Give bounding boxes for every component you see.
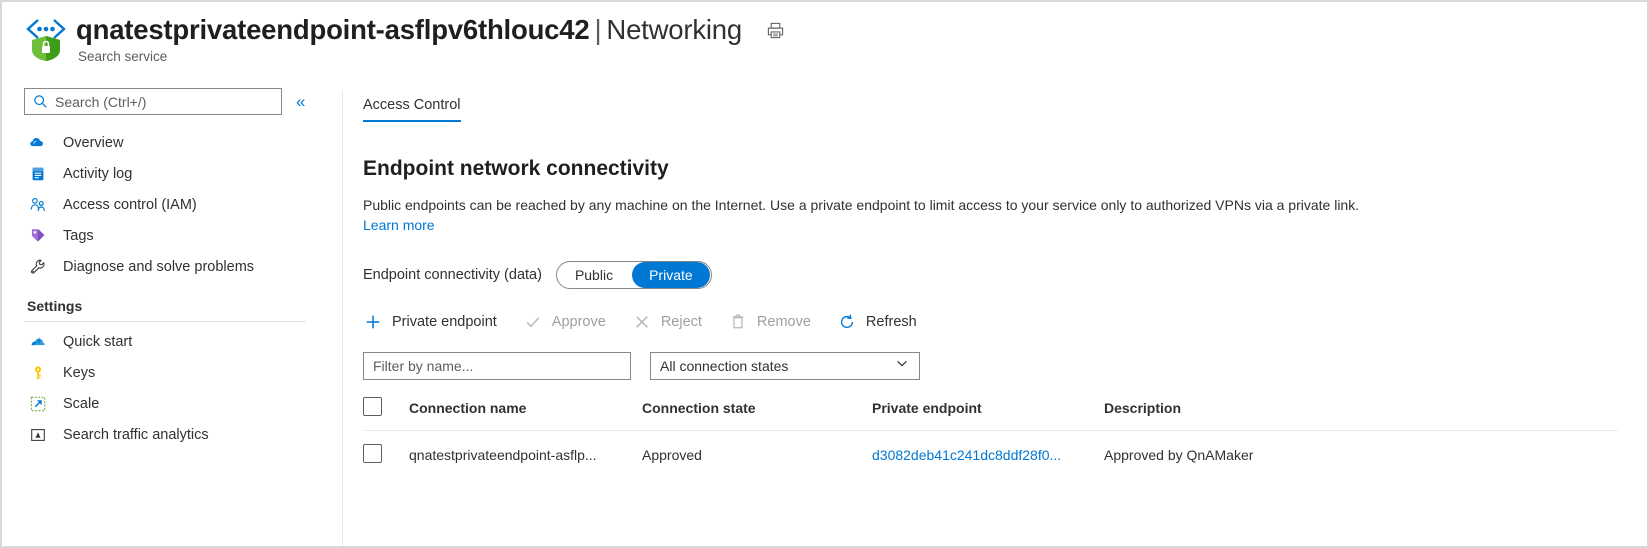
private-endpoint-connections-table: Connection name Connection state Private… xyxy=(363,397,1618,479)
reject-button[interactable]: Reject xyxy=(632,312,702,332)
refresh-icon xyxy=(837,312,857,332)
cell-connection-name: qnatestprivateendpoint-asflp... xyxy=(409,430,642,479)
command-label: Private endpoint xyxy=(392,314,497,330)
filter-by-name-input[interactable] xyxy=(363,352,631,380)
sidebar-section-label: Settings xyxy=(24,298,336,314)
page-subtitle: Search service xyxy=(78,49,788,64)
sidebar-item-label: Diagnose and solve problems xyxy=(63,259,254,275)
tag-icon xyxy=(27,226,49,246)
x-icon xyxy=(632,312,652,332)
sidebar-item-label: Keys xyxy=(63,365,95,381)
resource-name: qnatestprivateendpoint-asflpv6thlouc42 xyxy=(76,14,589,45)
toggle-option-public[interactable]: Public xyxy=(558,262,630,288)
sidebar-item-keys[interactable]: Keys xyxy=(24,357,336,388)
sidebar-item-search-traffic-analytics[interactable]: Search traffic analytics xyxy=(24,419,336,450)
connection-state-selected-value: All connection states xyxy=(660,358,788,374)
title-separator: | xyxy=(589,14,606,45)
cell-connection-state: Approved xyxy=(642,430,872,479)
quick-start-icon xyxy=(27,332,49,352)
sidebar-item-tags[interactable]: Tags xyxy=(24,220,336,251)
approve-button[interactable]: Approve xyxy=(523,312,606,332)
scale-icon xyxy=(27,394,49,414)
print-icon[interactable] xyxy=(764,18,788,42)
column-header-connection-state: Connection state xyxy=(642,397,872,431)
chevron-down-icon xyxy=(895,356,909,375)
filter-bar: All connection states xyxy=(363,352,1637,380)
connection-state-select[interactable]: All connection states xyxy=(650,352,920,380)
sidebar-item-label: Tags xyxy=(63,228,94,244)
sidebar-item-label: Activity log xyxy=(63,166,132,182)
table-header-row: Connection name Connection state Private… xyxy=(363,397,1618,431)
command-label: Reject xyxy=(661,314,702,330)
sidebar-item-label: Overview xyxy=(63,135,123,151)
sidebar-item-quick-start[interactable]: Quick start xyxy=(24,326,336,357)
toggle-option-private[interactable]: Private xyxy=(632,262,710,288)
sidebar: « Overview xyxy=(24,88,336,548)
column-header-description: Description xyxy=(1104,397,1618,431)
select-all-checkbox[interactable] xyxy=(363,397,382,416)
command-label: Refresh xyxy=(866,314,917,330)
page-section-name: Networking xyxy=(606,14,742,45)
sidebar-item-label: Scale xyxy=(63,396,99,412)
cognitive-search-private-icon xyxy=(24,16,66,62)
sidebar-item-label: Quick start xyxy=(63,334,132,350)
sidebar-item-label: Search traffic analytics xyxy=(63,427,209,443)
activity-log-icon xyxy=(27,164,49,184)
remove-button[interactable]: Remove xyxy=(728,312,811,332)
cell-private-endpoint: d3082deb41c241dc8ddf28f0... xyxy=(872,430,1104,479)
sidebar-section-settings: Settings xyxy=(24,298,336,322)
learn-more-link[interactable]: Learn more xyxy=(363,217,435,233)
command-label: Remove xyxy=(757,314,811,330)
sidebar-item-overview[interactable]: Overview xyxy=(24,127,336,158)
sidebar-item-label: Access control (IAM) xyxy=(63,197,197,213)
column-header-private-endpoint: Private endpoint xyxy=(872,397,1104,431)
cell-description: Approved by QnAMaker xyxy=(1104,430,1618,479)
key-icon xyxy=(27,363,49,383)
people-icon xyxy=(27,195,49,215)
refresh-button[interactable]: Refresh xyxy=(837,312,917,332)
azure-portal-networking-blade: qnatestprivateendpoint-asflpv6thlouc42|N… xyxy=(0,0,1649,548)
sidebar-divider xyxy=(342,90,343,548)
table-row[interactable]: qnatestprivateendpoint-asflp... Approved… xyxy=(363,430,1618,479)
endpoint-connectivity-row: Endpoint connectivity (data) Public Priv… xyxy=(363,261,1637,289)
private-endpoint-button[interactable]: Private endpoint xyxy=(363,312,497,332)
section-heading: Endpoint network connectivity xyxy=(363,157,1637,181)
trash-icon xyxy=(728,312,748,332)
tab-access-control[interactable]: Access Control xyxy=(363,97,461,122)
sidebar-item-activity-log[interactable]: Activity log xyxy=(24,158,336,189)
column-header-connection-name: Connection name xyxy=(409,397,642,431)
search-icon xyxy=(33,94,48,109)
plus-icon xyxy=(363,312,383,332)
checkmark-icon xyxy=(523,312,543,332)
private-endpoint-link[interactable]: d3082deb41c241dc8ddf28f0... xyxy=(872,447,1061,463)
command-bar: Private endpoint Approve Reject xyxy=(363,312,1637,332)
section-description: Public endpoints can be reached by any m… xyxy=(363,195,1488,236)
sidebar-section-divider xyxy=(24,321,306,322)
chevron-double-left-icon[interactable]: « xyxy=(296,93,305,110)
row-checkbox[interactable] xyxy=(363,444,382,463)
select-all-cell xyxy=(363,397,409,431)
main-content: Access Control Endpoint network connecti… xyxy=(363,97,1637,479)
sidebar-nav-list: Overview Activity log xyxy=(24,127,336,450)
tab-bar: Access Control xyxy=(363,97,1637,122)
wrench-icon xyxy=(27,257,49,277)
sidebar-item-access-control[interactable]: Access control (IAM) xyxy=(24,189,336,220)
row-checkbox-cell xyxy=(363,430,409,479)
endpoint-connectivity-label: Endpoint connectivity (data) xyxy=(363,267,542,283)
sidebar-search[interactable] xyxy=(24,88,282,115)
sidebar-item-diagnose-and-solve-problems[interactable]: Diagnose and solve problems xyxy=(24,251,336,282)
analytics-icon xyxy=(27,425,49,445)
description-text: Public endpoints can be reached by any m… xyxy=(363,197,1359,213)
endpoint-connectivity-toggle[interactable]: Public Private xyxy=(556,261,712,289)
search-input[interactable] xyxy=(55,94,255,110)
page-title: qnatestprivateendpoint-asflpv6thlouc42|N… xyxy=(76,14,742,46)
sidebar-item-scale[interactable]: Scale xyxy=(24,388,336,419)
page-header: qnatestprivateendpoint-asflpv6thlouc42|N… xyxy=(2,2,1647,80)
cloud-icon xyxy=(27,133,49,153)
command-label: Approve xyxy=(552,314,606,330)
